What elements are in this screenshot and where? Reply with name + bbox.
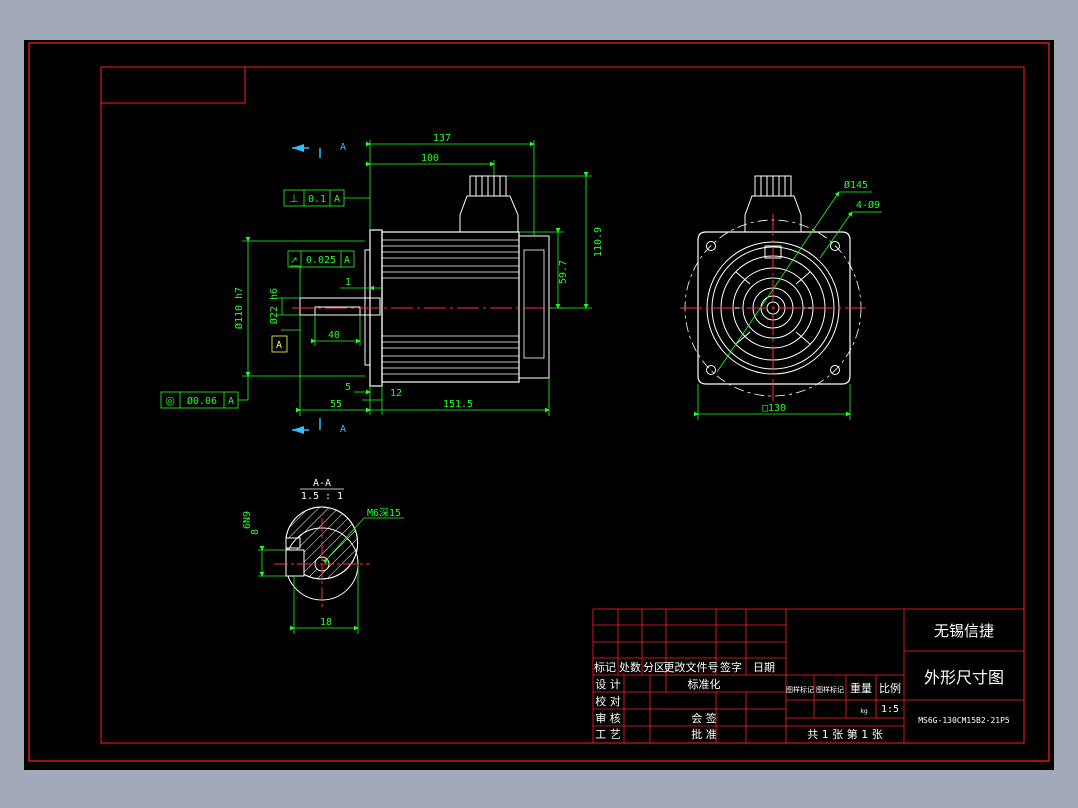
svg-text:A: A xyxy=(276,340,282,351)
outer-border xyxy=(28,42,1050,762)
dim-5: 5 xyxy=(345,382,351,393)
rev-header-2: 分区 xyxy=(643,661,665,674)
rev-header-1: 处数 xyxy=(619,661,641,674)
stage-mark-2: 图样标记 xyxy=(816,685,844,694)
label-countersign: 会 签 xyxy=(691,711,717,725)
dim-59-7: 59.7 xyxy=(558,260,569,284)
rev-header-5: 日期 xyxy=(753,661,775,674)
dim-110-h7: Ø110 h7 xyxy=(233,287,245,329)
label-process: 工 艺 xyxy=(595,728,621,741)
label-scale: 比例 xyxy=(879,681,901,695)
label-approve: 批 准 xyxy=(691,727,717,741)
dim-100: 100 xyxy=(421,153,439,164)
svg-text:Ø0.06: Ø0.06 xyxy=(187,395,217,407)
svg-text:◎: ◎ xyxy=(165,394,175,407)
section-a-a: A-A 1.5 : 1 M6深15 6N9 8 18 xyxy=(242,478,404,634)
dim-22-h6: Ø22 h6 xyxy=(268,288,280,324)
dim-137: 137 xyxy=(433,133,451,144)
scale-value: 1:5 xyxy=(881,704,899,715)
label-design: 设 计 xyxy=(595,678,621,691)
svg-text:0.025: 0.025 xyxy=(306,255,336,266)
svg-text:A: A xyxy=(334,194,340,205)
sheet-count: 共 1 张 第 1 张 xyxy=(807,727,882,741)
cad-drawing: A A 137 100 110.9 59.7 1 Ø110 h7 Ø22 h6 … xyxy=(28,42,1050,762)
dim-130: □130 xyxy=(762,403,786,414)
rev-header-4: 签字 xyxy=(720,660,742,674)
motor-body xyxy=(381,231,520,383)
thread-label: M6深15 xyxy=(367,507,401,519)
dim-18: 18 xyxy=(320,617,332,628)
weight-unit: kg xyxy=(860,708,867,715)
dim-151-5: 151.5 xyxy=(443,399,473,410)
datum-a-box: A xyxy=(271,335,288,353)
svg-text:A: A xyxy=(344,255,350,266)
title-block: 标记 处数 分区 更改文件号 签字 日期 设 计 标准化 校 对 审 核 会 签… xyxy=(592,608,1025,744)
stage-mark-1: 图样标记 xyxy=(786,685,814,694)
rev-header-3: 更改文件号 xyxy=(664,660,719,674)
label-check: 校 对 xyxy=(595,694,621,708)
side-view: A A 137 100 110.9 59.7 1 Ø110 h7 Ø22 h6 … xyxy=(160,133,604,435)
dim-55: 55 xyxy=(330,399,342,410)
dim-6n9: 6N9 xyxy=(242,511,253,529)
encoder-cap xyxy=(518,235,550,379)
tolerance-concentricity: ◎ Ø0.06 A xyxy=(160,391,239,409)
label-standardize: 标准化 xyxy=(688,677,721,691)
svg-text:⊥: ⊥ xyxy=(289,192,299,205)
section-arrow-bottom: A xyxy=(292,418,346,435)
dim-1: 1 xyxy=(345,277,351,288)
section-scale: 1.5 : 1 xyxy=(301,491,343,502)
dim-145: Ø145 xyxy=(844,179,868,191)
section-mark-top: A xyxy=(340,142,346,153)
inner-border xyxy=(100,66,1025,744)
power-connector xyxy=(459,175,519,233)
svg-text:0.1: 0.1 xyxy=(308,194,326,205)
dim-12: 12 xyxy=(390,388,402,399)
drawing-code: MS6G-130CM15B2-21P5 xyxy=(918,716,1010,725)
dim-8: 8 xyxy=(250,529,261,535)
code-box xyxy=(100,66,246,104)
svg-text:↗: ↗ xyxy=(290,256,298,266)
front-view: Ø145 4-Ø9 □130 xyxy=(680,175,882,420)
rev-header-0: 标记 xyxy=(594,660,616,674)
dim-110-9: 110.9 xyxy=(593,227,604,257)
drawing-sheet: A A 137 100 110.9 59.7 1 Ø110 h7 Ø22 h6 … xyxy=(24,40,1054,770)
dim-4-9: 4-Ø9 xyxy=(856,199,880,211)
section-title: A-A xyxy=(313,478,331,489)
section-mark-bottom: A xyxy=(340,424,346,435)
label-weight: 重量 xyxy=(850,681,872,695)
label-review: 审 核 xyxy=(595,711,621,725)
section-arrow-top: A xyxy=(292,142,346,158)
tolerance-perpendicularity: ⊥ 0.1 A xyxy=(283,189,345,207)
svg-text:A: A xyxy=(228,396,234,407)
dim-40: 40 xyxy=(328,330,340,341)
drawing-name: 外形尺寸图 xyxy=(924,668,1004,687)
company-name: 无锡信捷 xyxy=(934,622,994,640)
tolerance-runout: ↗ 0.025 A xyxy=(287,250,355,268)
